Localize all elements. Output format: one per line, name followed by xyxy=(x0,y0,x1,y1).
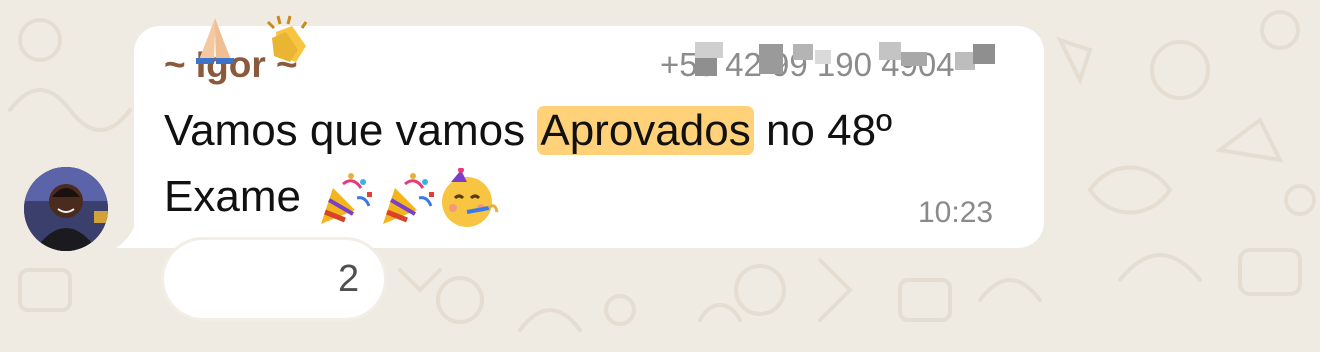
message-text: Vamos que vamos Aprovados no 48º Exame xyxy=(164,98,1034,230)
search-highlight: Aprovados xyxy=(537,106,754,155)
avatar-photo xyxy=(24,167,108,251)
avatar[interactable] xyxy=(24,167,108,251)
phone-redaction xyxy=(695,42,995,76)
party-popper-icon xyxy=(375,168,437,230)
message-text-start: Vamos que vamos xyxy=(164,106,538,155)
message-text-end: no 48º xyxy=(753,106,893,155)
partying-face-icon xyxy=(437,168,499,230)
party-popper-icon xyxy=(313,168,375,230)
reaction-count: 2 xyxy=(338,258,360,300)
message-text-line2: Exame xyxy=(164,172,301,221)
message-timestamp: 10:23 xyxy=(918,196,994,229)
folded-hands-icon xyxy=(196,18,234,64)
clapping-hands-icon xyxy=(266,15,308,62)
